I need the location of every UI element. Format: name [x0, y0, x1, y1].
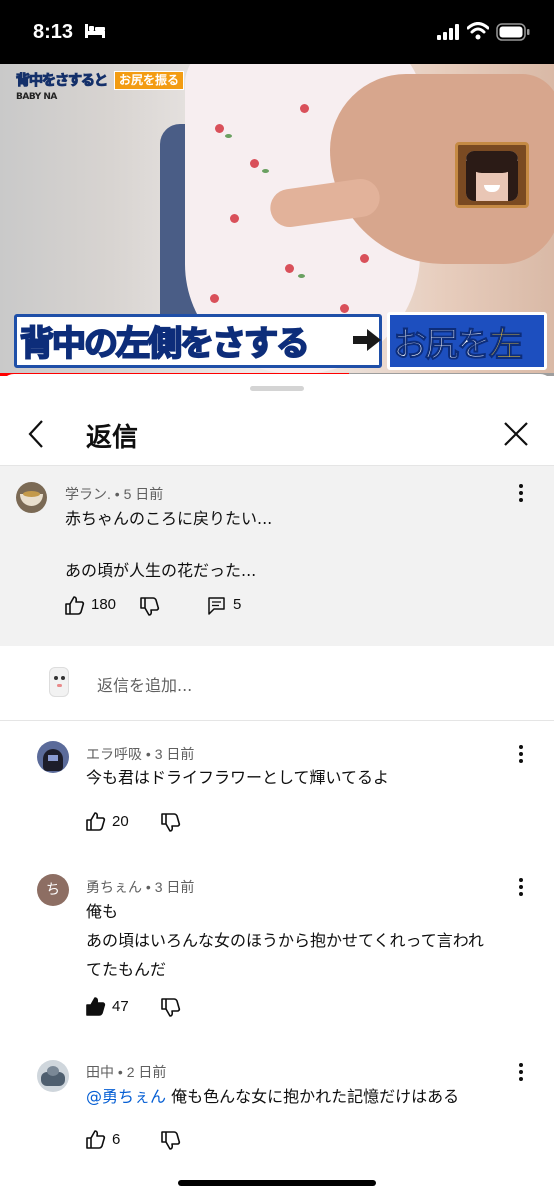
comment-text: あの頃はいろんな女のほうから抱かせてくれって言われ [86, 931, 484, 950]
video-pattern-leaf [298, 274, 305, 278]
avatar[interactable] [37, 741, 69, 773]
sheet-title: 返信 [86, 423, 139, 453]
comment-meta: 勇ちぇん • 3 日前 [86, 879, 195, 895]
video-pattern-dot [230, 214, 239, 223]
like-count: 6 [112, 1131, 121, 1148]
comment-text: てたもんだ [86, 960, 167, 979]
comment-time: 3 日前 [154, 746, 195, 762]
reply-icon[interactable] [208, 597, 225, 615]
thumbs-up-icon[interactable] [86, 996, 106, 1016]
video-caption-top: 背中をさすると お尻を振る [16, 70, 184, 90]
drag-handle[interactable] [250, 386, 304, 391]
thumbs-down-icon[interactable] [161, 1131, 181, 1151]
video-inset-frame [455, 142, 529, 208]
comment-author[interactable]: エラ呼吸 [86, 746, 142, 762]
video-inset-face [466, 151, 518, 201]
battery-icon [496, 23, 530, 41]
thumbs-up-icon[interactable] [86, 811, 106, 831]
comment-author[interactable]: 田中 [86, 1064, 114, 1080]
comment-text: あの頃が人生の花だった... [65, 561, 257, 580]
avatar[interactable] [37, 1060, 69, 1092]
divider [0, 720, 554, 721]
thumbs-up-icon[interactable] [86, 1129, 106, 1149]
video-pattern-dot [250, 159, 259, 168]
arrow-right-icon [353, 329, 381, 351]
video-pattern-dot [210, 294, 219, 303]
video-caption-main-left: 背中の左側をさする [19, 323, 311, 365]
home-indicator[interactable] [178, 1180, 376, 1186]
comment-text: 今も君はドライフラワーとして輝いてるよ [86, 768, 390, 787]
comment-time: 2 日前 [126, 1064, 167, 1080]
bed-icon [85, 24, 105, 38]
back-icon[interactable] [22, 417, 52, 451]
comment-meta: 田中 • 2 日前 [86, 1064, 167, 1080]
comment-meta: 学ラン. • 5 日前 [65, 486, 164, 502]
video-pattern-dot [215, 124, 224, 133]
video-pattern-leaf [262, 169, 269, 173]
comment-meta: エラ呼吸 • 3 日前 [86, 746, 195, 762]
comment-text: 赤ちゃんのころに戻りたい... [65, 509, 273, 528]
like-count: 20 [112, 813, 129, 830]
close-icon[interactable] [500, 418, 532, 450]
thumbs-down-icon[interactable] [140, 597, 160, 617]
thumbs-down-icon[interactable] [161, 813, 181, 833]
user-avatar [49, 667, 69, 697]
reply-count: 5 [233, 596, 242, 613]
video-pattern-dot [285, 264, 294, 273]
mention-link[interactable]: @勇ちぇん [86, 1087, 166, 1106]
kebab-icon[interactable] [515, 1061, 527, 1083]
thumbs-down-icon[interactable] [161, 998, 181, 1018]
video-caption-top-right: お尻を振る [114, 71, 184, 90]
video-channel-tag: BABY NA [16, 92, 57, 102]
comment-text: 俺も [86, 902, 119, 921]
status-bar: 8:13 [0, 0, 554, 64]
video-pattern-leaf [225, 134, 232, 138]
comment-time: 3 日前 [154, 879, 195, 895]
like-count: 47 [112, 998, 129, 1015]
thumbs-up-icon[interactable] [65, 595, 85, 615]
video-caption-main-right: お尻を左 [393, 325, 524, 366]
add-reply-row[interactable]: 返信を追加... [0, 646, 554, 720]
video-pattern-dot [300, 104, 309, 113]
avatar[interactable]: ち [37, 874, 69, 906]
video-pattern-dot [360, 254, 369, 263]
add-reply-input[interactable]: 返信を追加... [97, 672, 192, 696]
replies-sheet: 返信 学ラン. • 5 日前 赤ちゃんのころに戻りたい... あの頃が人生の花だ… [0, 374, 554, 1199]
kebab-icon[interactable] [515, 743, 527, 765]
status-time: 8:13 [33, 21, 74, 43]
comment-time: 5 日前 [123, 486, 164, 502]
like-count: 180 [91, 596, 117, 613]
kebab-icon[interactable] [515, 876, 527, 898]
comment-text: @勇ちぇん 俺も色んな女に抱かれた記憶だけはある [86, 1087, 460, 1106]
signal-icon [437, 24, 459, 40]
comment-author[interactable]: 学ラン. [65, 486, 111, 502]
video-caption-main: 背中の左側をさする お尻を左 [14, 312, 547, 372]
wifi-icon [467, 22, 489, 40]
comment-author[interactable]: 勇ちぇん [86, 879, 142, 895]
parent-comment: 学ラン. • 5 日前 赤ちゃんのころに戻りたい... あの頃が人生の花だった.… [0, 466, 554, 646]
video-caption-top-left: 背中をさすると [16, 73, 109, 90]
kebab-icon[interactable] [515, 482, 527, 504]
avatar[interactable] [16, 482, 47, 513]
